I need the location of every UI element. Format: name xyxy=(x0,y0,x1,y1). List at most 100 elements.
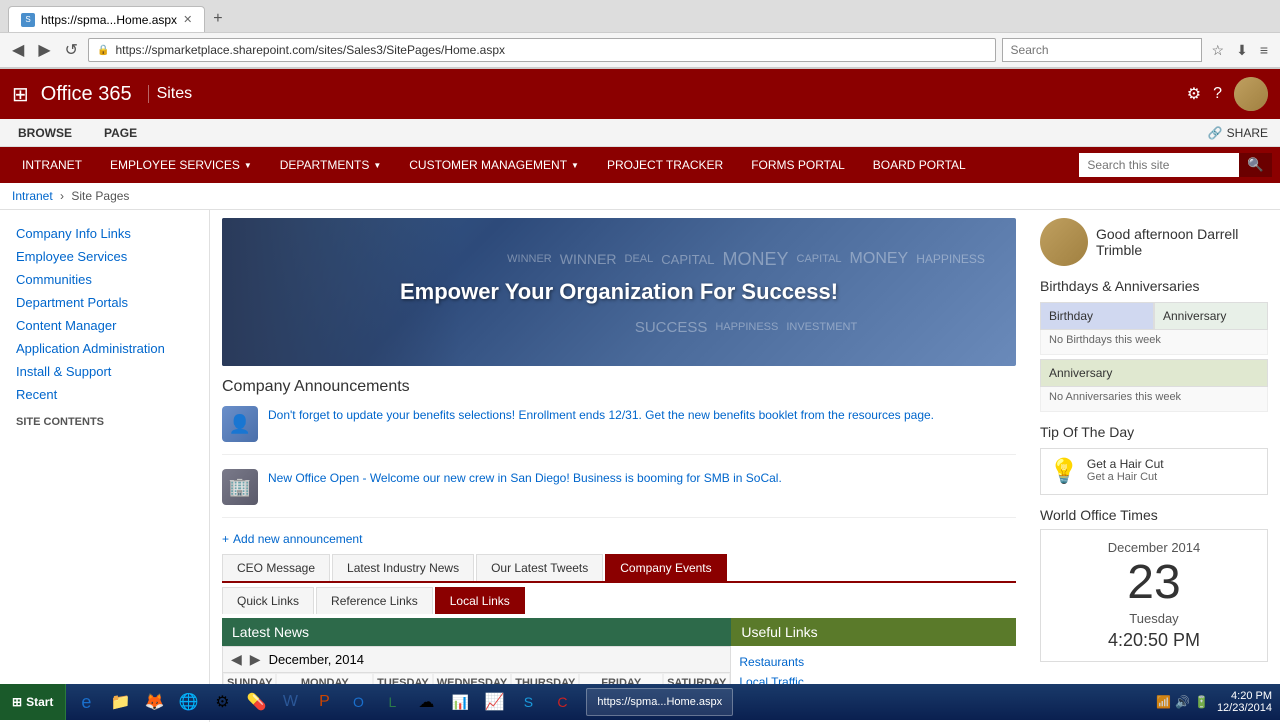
sidebar-item-department-portals[interactable]: Department Portals xyxy=(8,291,201,314)
ribbon-browse[interactable]: BROWSE xyxy=(12,124,78,142)
calendar-header: ◀ ▶ December, 2014 xyxy=(223,647,730,673)
taskbar-app-skype[interactable]: S xyxy=(512,686,544,718)
avatar-image xyxy=(1234,77,1268,111)
address-bar[interactable]: 🔒 https://spmarketplace.sharepoint.com/s… xyxy=(88,38,996,62)
taskbar-app-settings[interactable]: ⚙ xyxy=(206,686,238,718)
main-wrapper: Company Info Links Employee Services Com… xyxy=(0,210,1280,722)
network-icon: 📶 xyxy=(1156,695,1171,709)
sidebar: Company Info Links Employee Services Com… xyxy=(0,210,210,722)
tab-ceo-message[interactable]: CEO Message xyxy=(222,554,330,581)
tab-company-events[interactable]: Company Events xyxy=(605,554,726,581)
nav-departments[interactable]: DEPARTMENTS ▼ xyxy=(266,147,396,183)
tab-reference-links[interactable]: Reference Links xyxy=(316,587,433,614)
breadcrumb-current: Site Pages xyxy=(71,189,129,203)
taskbar-app-clearcontext[interactable]: C xyxy=(546,686,578,718)
windows-icon: ⊞ xyxy=(12,695,22,709)
taskbar-app-outlook[interactable]: O xyxy=(342,686,374,718)
sites-label[interactable]: Sites xyxy=(148,85,193,103)
breadcrumb-intranet[interactable]: Intranet xyxy=(12,189,53,203)
taskbar-app-firefox[interactable]: 🦊 xyxy=(138,686,170,718)
announcement-text-1[interactable]: Don't forget to update your benefits sel… xyxy=(268,406,934,424)
forward-button[interactable]: ▶ xyxy=(34,38,54,62)
sidebar-item-company-info[interactable]: Company Info Links xyxy=(8,222,201,245)
tab-local-links[interactable]: Local Links xyxy=(435,587,525,614)
taskbar-app-chart[interactable]: 📊 xyxy=(444,686,476,718)
nav-project-tracker[interactable]: PROJECT TRACKER xyxy=(593,147,737,183)
calendar-next[interactable]: ▶ xyxy=(250,651,261,668)
taskbar-app-explorer[interactable]: 📁 xyxy=(104,686,136,718)
useful-links-title: Useful Links xyxy=(741,624,817,640)
breadcrumb-separator: › xyxy=(60,189,64,203)
back-button[interactable]: ◀ xyxy=(8,38,28,62)
add-announcement-link[interactable]: + Add new announcement xyxy=(222,532,1016,546)
sidebar-item-recent[interactable]: Recent xyxy=(8,383,201,406)
nav-search[interactable]: 🔍 xyxy=(1079,153,1272,177)
sidebar-item-install-support[interactable]: Install & Support xyxy=(8,360,201,383)
clock-month: December 2014 xyxy=(1051,540,1257,555)
settings-icon[interactable]: ⚙ xyxy=(1187,84,1201,104)
nav-employee-services[interactable]: EMPLOYEE SERVICES ▼ xyxy=(96,147,266,183)
world-clock-title: World Office Times xyxy=(1040,507,1268,523)
tip-content: Get a Hair Cut Get a Hair Cut xyxy=(1087,457,1164,483)
link-restaurants[interactable]: Restaurants xyxy=(731,652,1016,672)
sidebar-item-app-admin[interactable]: Application Administration xyxy=(8,337,201,360)
taskbar-app-word[interactable]: W xyxy=(274,686,306,718)
taskbar-app-lync[interactable]: L xyxy=(376,686,408,718)
calendar-month: December, 2014 xyxy=(269,652,364,667)
nav-customer-mgmt[interactable]: CUSTOMER MANAGEMENT ▼ xyxy=(395,147,593,183)
ribbon-page[interactable]: PAGE xyxy=(98,124,143,142)
sp-topbar: ⊞ Office 365 Sites ⚙ ? xyxy=(0,69,1280,119)
sidebar-item-content-manager[interactable]: Content Manager xyxy=(8,314,201,337)
clock-time: 4:20:50 PM xyxy=(1051,630,1257,651)
active-tab[interactable]: S https://spma...Home.aspx ✕ xyxy=(8,6,205,32)
taskbar-app-powerpoint[interactable]: P xyxy=(308,686,340,718)
anniversary-label[interactable]: Anniversary xyxy=(1040,359,1268,387)
tab-favicon: S xyxy=(21,13,35,27)
tab-quick-links[interactable]: Quick Links xyxy=(222,587,314,614)
bookmark-icon[interactable]: ☆ xyxy=(1208,40,1229,61)
new-tab-button[interactable]: + xyxy=(205,10,230,28)
tab-close-button[interactable]: ✕ xyxy=(183,13,192,26)
sidebar-item-employee-services[interactable]: Employee Services xyxy=(8,245,201,268)
taskbar-app-app1[interactable]: 💊 xyxy=(240,686,272,718)
anniversary-tab-button[interactable]: Anniversary xyxy=(1154,302,1268,330)
download-icon[interactable]: ⬇ xyxy=(1232,40,1252,61)
taskbar-window-sharepoint[interactable]: https://spma...Home.aspx xyxy=(586,688,733,716)
birthday-tab-button[interactable]: Birthday xyxy=(1040,302,1154,330)
nav-search-input[interactable] xyxy=(1079,153,1239,177)
taskbar: ⊞ Start e 📁 🦊 🌐 ⚙ 💊 W P O L ☁ 📊 📈 S C ht… xyxy=(0,684,1280,720)
nav-intranet[interactable]: INTRANET xyxy=(8,147,96,183)
browser-search-input[interactable] xyxy=(1002,38,1202,62)
sidebar-item-communities[interactable]: Communities xyxy=(8,268,201,291)
menu-icon[interactable]: ≡ xyxy=(1256,40,1272,61)
greeting-text: Good afternoon Darrell Trimble xyxy=(1096,226,1268,258)
help-icon[interactable]: ? xyxy=(1213,85,1222,103)
calendar-prev[interactable]: ◀ xyxy=(231,651,242,668)
reload-button[interactable]: ↺ xyxy=(61,38,82,62)
tabs-container: CEO Message Latest Industry News Our Lat… xyxy=(222,554,1016,614)
taskbar-app-ie[interactable]: e xyxy=(70,686,102,718)
nav-forms-portal[interactable]: FORMS PORTAL xyxy=(737,147,859,183)
user-photo xyxy=(1040,218,1088,266)
breadcrumb: Intranet › Site Pages xyxy=(0,183,1280,210)
site-contents-section: SITE CONTENTS xyxy=(8,406,201,432)
waffle-icon[interactable]: ⊞ xyxy=(12,82,29,107)
app-name: Office 365 xyxy=(41,83,132,106)
taskbar-time: 4:20 PM xyxy=(1217,690,1272,702)
birthdays-section: Birthdays & Anniversaries Birthday Anniv… xyxy=(1040,278,1268,412)
taskbar-app-cloud[interactable]: ☁ xyxy=(410,686,442,718)
announcement-text-2[interactable]: New Office Open - Welcome our new crew i… xyxy=(268,469,782,487)
tab-industry-news[interactable]: Latest Industry News xyxy=(332,554,474,581)
taskbar-app-task[interactable]: 📈 xyxy=(478,686,510,718)
user-avatar[interactable] xyxy=(1234,77,1268,111)
clock-display[interactable]: 4:20 PM 12/23/2014 xyxy=(1217,690,1272,714)
dropdown-arrow: ▼ xyxy=(373,161,381,170)
nav-board-portal[interactable]: BOARD PORTAL xyxy=(859,147,980,183)
ribbon-share[interactable]: 🔗 SHARE xyxy=(1208,126,1268,140)
ribbon: BROWSE PAGE 🔗 SHARE xyxy=(0,119,1280,147)
tab-title: https://spma...Home.aspx xyxy=(41,13,177,27)
taskbar-app-chrome[interactable]: 🌐 xyxy=(172,686,204,718)
start-button[interactable]: ⊞ Start xyxy=(0,684,66,720)
nav-search-button[interactable]: 🔍 xyxy=(1239,153,1272,177)
tab-tweets[interactable]: Our Latest Tweets xyxy=(476,554,603,581)
